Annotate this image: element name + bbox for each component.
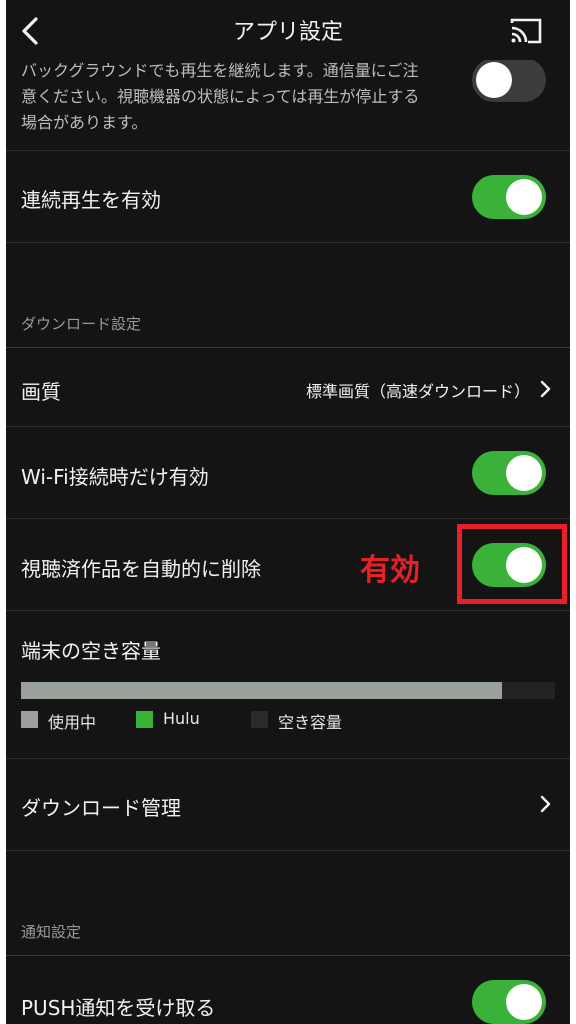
quality-value: 標準画質（高速ダウンロード） (305, 382, 530, 401)
wifi-only-toggle[interactable] (472, 451, 546, 495)
push-notification-row[interactable]: PUSH通知を受け取る (6, 956, 570, 1024)
download-manage-row[interactable]: ダウンロード管理 (6, 759, 570, 851)
wifi-only-label: Wi-Fi接続時だけ有効 (21, 465, 209, 489)
background-playback-toggle[interactable] (472, 58, 546, 102)
continuous-play-label: 連続再生を有効 (21, 188, 161, 212)
page-title: アプリ設定 (232, 20, 343, 45)
push-notification-label: PUSH通知を受け取る (21, 996, 216, 1020)
legend-swatch-free (251, 711, 268, 728)
quality-label: 画質 (21, 380, 61, 404)
cast-button[interactable] (508, 14, 544, 48)
annotation-highlight-box (457, 524, 567, 604)
cast-icon (510, 18, 542, 44)
toggle-knob (506, 179, 542, 215)
toggle-knob (506, 455, 542, 491)
quality-row[interactable]: 画質 標準画質（高速ダウンロード） (6, 348, 570, 427)
settings-screen: アプリ設定 バックグラウンドでも再生を継続します。通信量にご注 意ください。視聴… (6, 0, 570, 1024)
annotation-label: 有効 (360, 553, 420, 588)
toggle-knob (476, 62, 512, 98)
storage-used-fill (21, 682, 502, 699)
legend-swatch-used (21, 711, 38, 728)
wifi-only-row[interactable]: Wi-Fi接続時だけ有効 (6, 427, 570, 519)
legend-swatch-hulu (136, 711, 153, 728)
storage-label: 端末の空き容量 (21, 639, 161, 663)
legend-label: Hulu (163, 709, 200, 728)
continuous-play-toggle[interactable] (472, 175, 546, 219)
background-playback-description: バックグラウンドでも再生を継続します。通信量にご注 意ください。視聴機器の状態に… (21, 58, 461, 136)
nav-header: アプリ設定 (6, 0, 570, 60)
legend-label: 使用中 (48, 713, 97, 732)
notification-section-header: 通知設定 (21, 923, 82, 941)
chevron-right-icon (540, 380, 551, 398)
auto-delete-label: 視聴済作品を自動的に削除 (21, 557, 261, 581)
push-notification-toggle[interactable] (472, 980, 546, 1024)
legend-label: 空き容量 (278, 713, 343, 732)
description-line: 意ください。視聴機器の状態によっては再生が停止する (21, 87, 420, 106)
storage-bar (21, 682, 555, 699)
continuous-play-row[interactable]: 連続再生を有効 (6, 151, 570, 243)
chevron-right-icon (540, 795, 551, 813)
download-section-header: ダウンロード設定 (21, 315, 142, 333)
download-manage-label: ダウンロード管理 (21, 796, 181, 820)
description-line: バックグラウンドでも再生を継続します。通信量にご注 (21, 61, 419, 80)
toggle-knob (506, 984, 542, 1020)
description-line: 場合があります。 (21, 113, 148, 132)
